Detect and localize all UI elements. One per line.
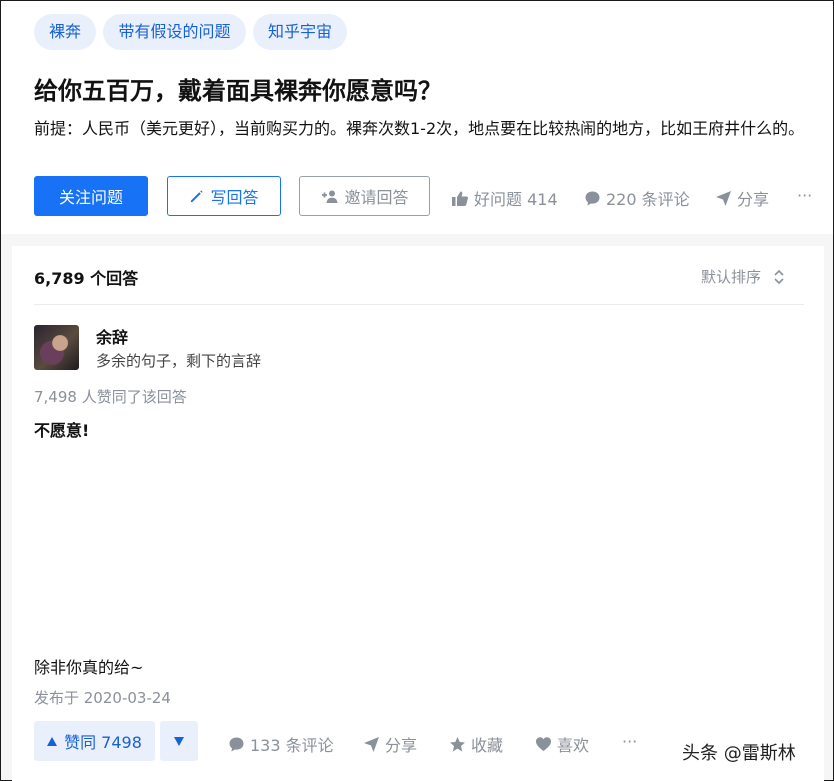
good-question-button[interactable]: 好问题 414 <box>451 186 558 210</box>
collect-button[interactable]: 收藏 <box>449 732 503 756</box>
invite-answer-button[interactable]: 邀请回答 <box>299 176 430 216</box>
question-detail: 前提：人民币（美元更好），当前购买力的。裸奔次数1-2次，地点要在比较热闹的地方… <box>34 119 805 138</box>
question-more-label: ··· <box>797 186 813 205</box>
author-bio: 多余的句子，剩下的言辞 <box>96 352 262 370</box>
like-label: 喜欢 <box>557 736 590 755</box>
sort-label: 默认排序 <box>701 268 762 286</box>
topic-tag[interactable]: 带有假设的问题 <box>103 14 246 50</box>
answer-more-label: ··· <box>622 732 638 751</box>
question-more-button[interactable]: ··· <box>797 186 812 205</box>
write-answer-button[interactable]: 写回答 <box>167 176 281 216</box>
watermark: 头条 @雷斯林 <box>682 743 796 764</box>
invite-answer-label: 邀请回答 <box>344 188 409 207</box>
comment-icon <box>585 191 600 205</box>
add-user-icon <box>322 190 338 203</box>
upvote-button[interactable]: 赞同 7498 <box>34 721 155 761</box>
paper-plane-icon <box>364 736 379 752</box>
question-header: 裸奔 带有假设的问题 知乎宇宙 给你五百万，戴着面具裸奔你愿意吗？ 前提：人民币… <box>1 1 833 234</box>
answer-list: 6,789 个回答 默认排序 余辞 多余的句子，剩下的言辞 7,498 人赞同了… <box>12 246 824 781</box>
vote-count-text: 7,498 人赞同了该回答 <box>34 388 187 406</box>
publish-date[interactable]: 发布于 2020-03-24 <box>34 687 171 708</box>
question-comments-label: 220 条评论 <box>606 190 690 209</box>
sort-icon <box>774 269 784 284</box>
answer-share-button[interactable]: 分享 <box>363 732 417 756</box>
answer-content: 除非你真的给~ <box>34 658 144 677</box>
star-icon <box>450 736 465 751</box>
answer-more-button[interactable]: ··· <box>622 732 637 751</box>
author-name[interactable]: 余辞 <box>96 324 128 348</box>
question-title: 给你五百万，戴着面具裸奔你愿意吗？ <box>34 77 442 105</box>
paper-plane-icon <box>716 190 731 206</box>
comment-icon <box>229 737 244 751</box>
answer-comments-button[interactable]: 133 条评论 <box>228 732 334 756</box>
question-share-button[interactable]: 分享 <box>715 186 769 210</box>
triangle-up-icon <box>47 736 58 746</box>
answer-comments-label: 133 条评论 <box>250 736 334 755</box>
divider <box>34 304 804 305</box>
answer-content: 不愿意! <box>34 421 90 440</box>
page-frame: 裸奔 带有假设的问题 知乎宇宙 给你五百万，戴着面具裸奔你愿意吗？ 前提：人民币… <box>0 0 834 781</box>
sort-dropdown[interactable]: 默认排序 <box>701 266 785 287</box>
heart-icon <box>536 737 551 751</box>
triangle-down-icon <box>174 736 184 746</box>
write-answer-label: 写回答 <box>210 188 259 207</box>
topic-tag[interactable]: 裸奔 <box>34 14 96 50</box>
answer-share-label: 分享 <box>385 736 418 755</box>
question-share-label: 分享 <box>737 190 770 209</box>
follow-question-label: 关注问题 <box>58 188 123 207</box>
pencil-icon <box>191 189 204 202</box>
downvote-button[interactable] <box>160 721 198 761</box>
follow-question-button[interactable]: 关注问题 <box>34 176 148 216</box>
like-button[interactable]: 喜欢 <box>535 732 589 756</box>
topic-tag[interactable]: 知乎宇宙 <box>253 14 347 50</box>
answer-count: 6,789 个回答 <box>34 269 139 288</box>
question-comments-button[interactable]: 220 条评论 <box>584 186 690 210</box>
collect-label: 收藏 <box>471 736 504 755</box>
upvote-label: 赞同 7498 <box>64 733 142 752</box>
avatar[interactable] <box>34 325 79 370</box>
thumbs-up-icon <box>452 191 468 206</box>
good-question-label: 好问题 414 <box>474 190 558 209</box>
